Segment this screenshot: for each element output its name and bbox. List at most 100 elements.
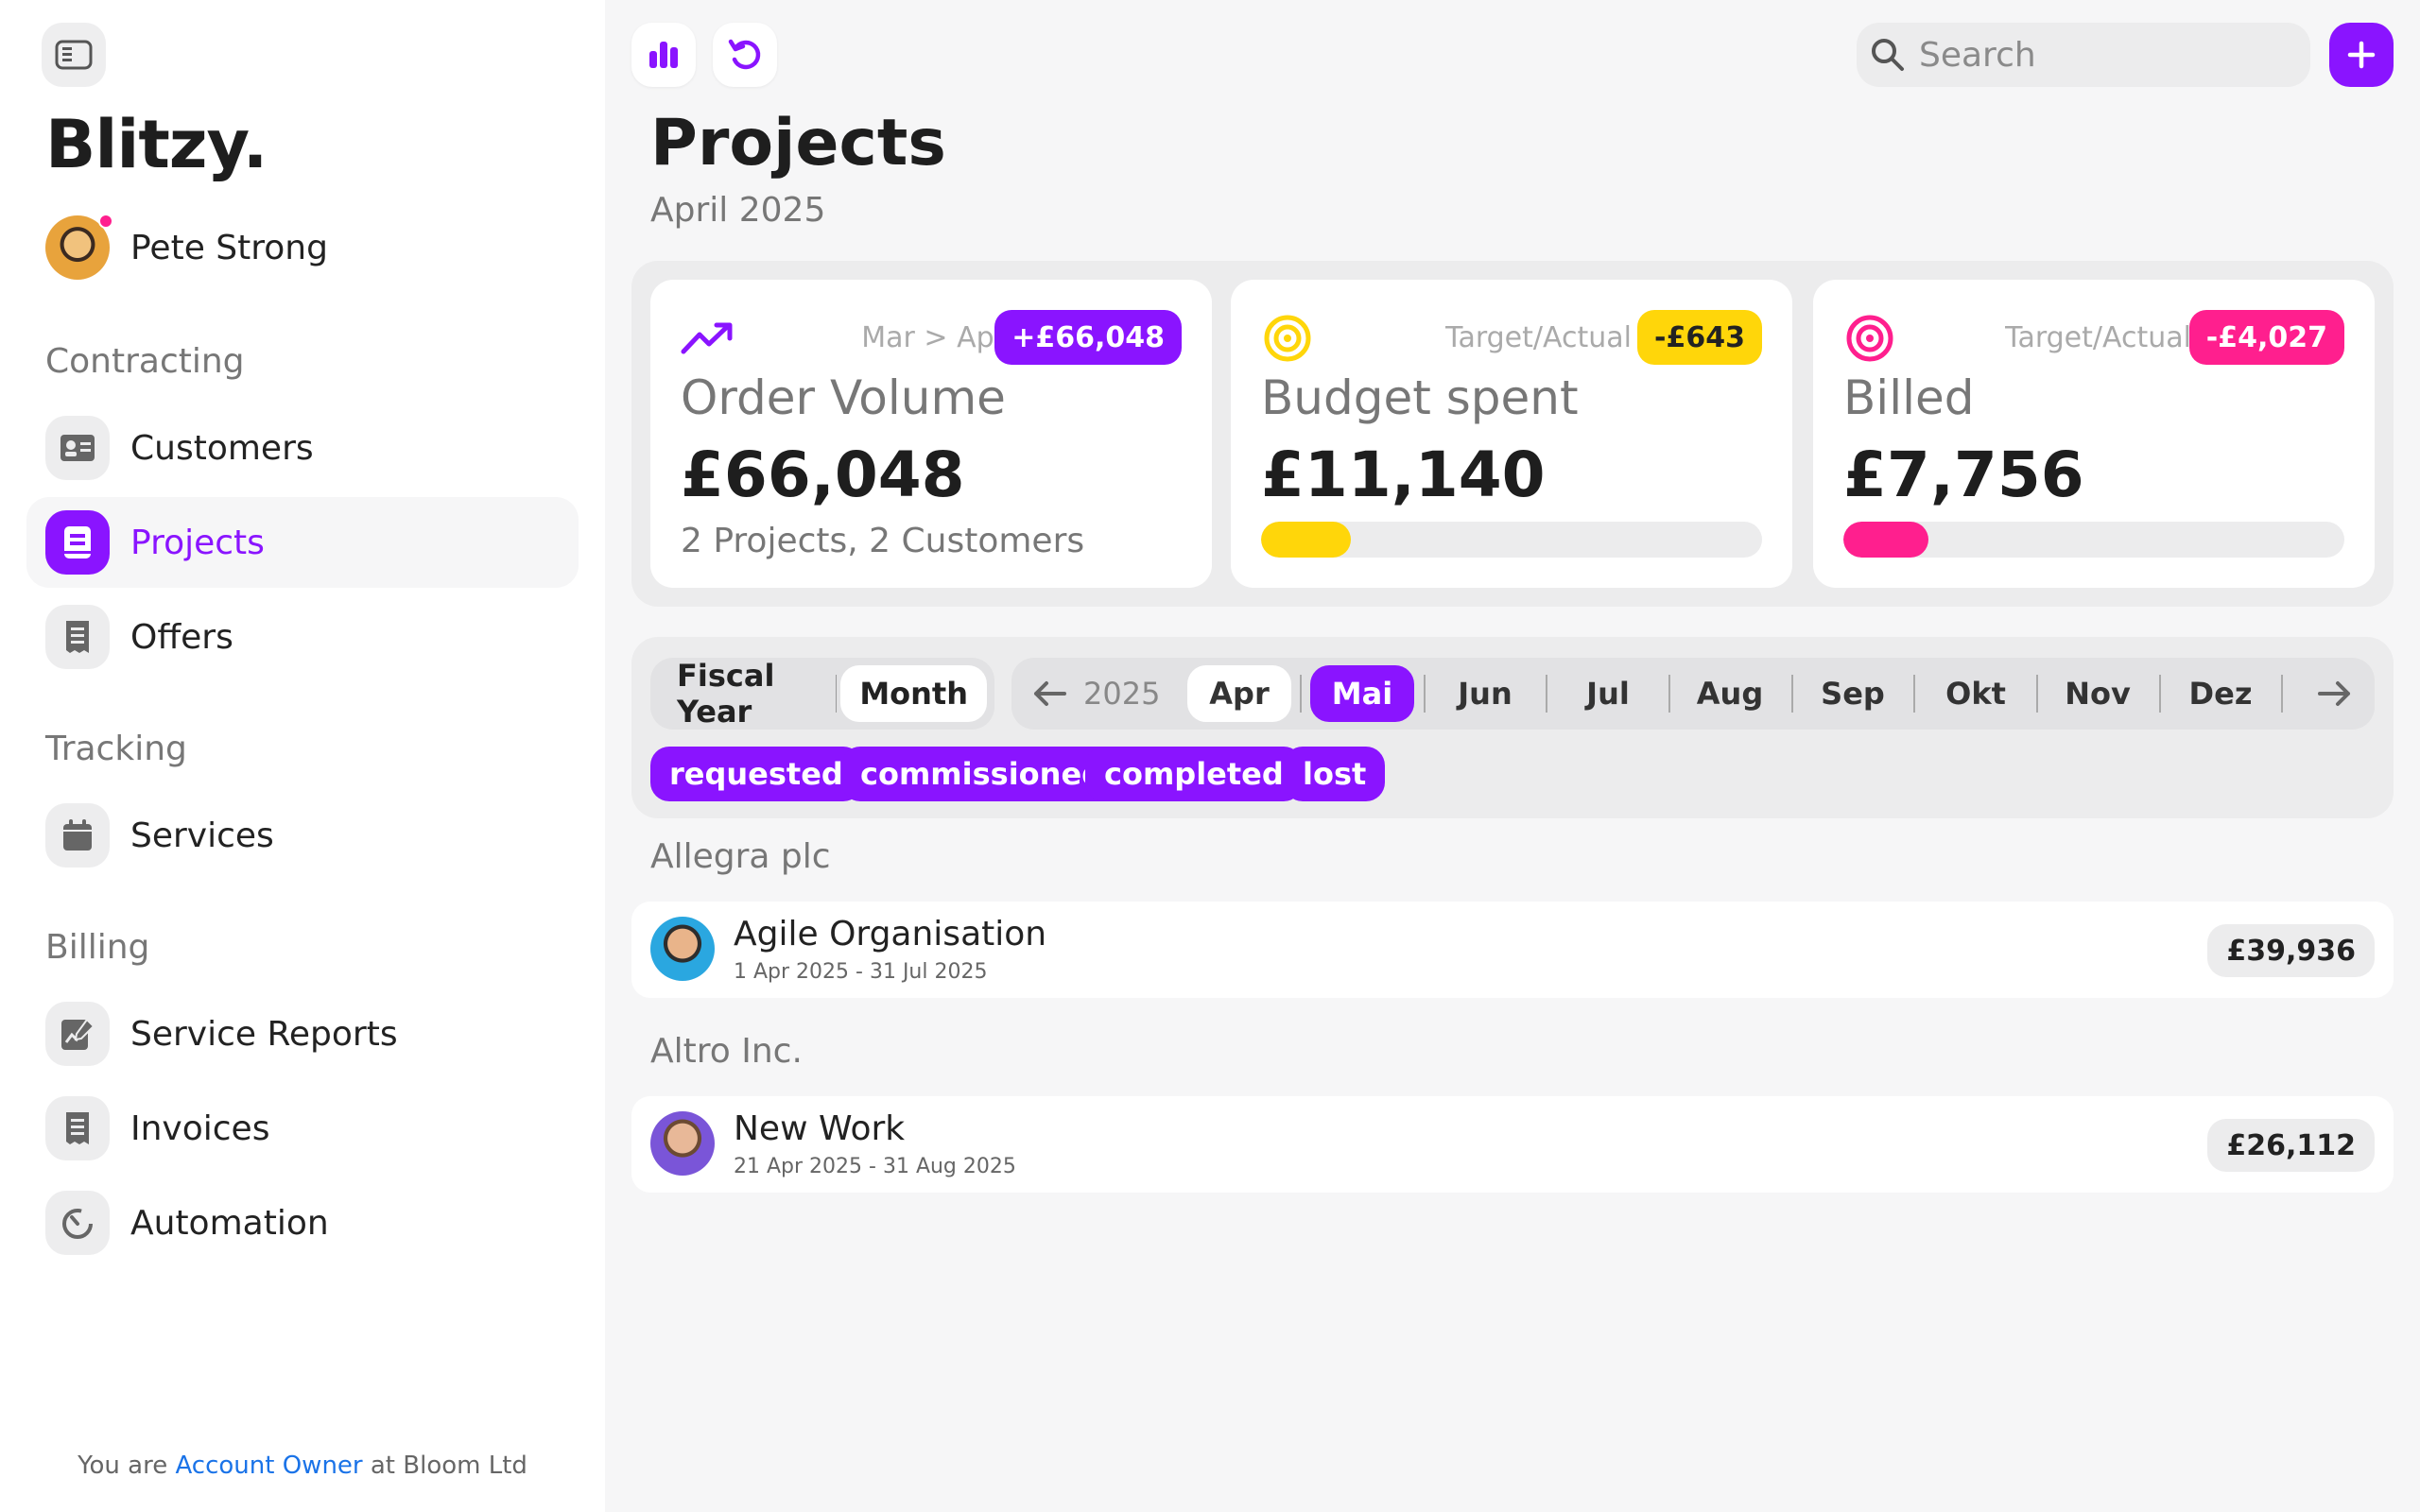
sidebar-item-label: Offers [130, 617, 233, 657]
month-mai[interactable]: Mai [1310, 665, 1414, 722]
section-title-tracking: Tracking [45, 730, 187, 768]
page-subtitle: April 2025 [650, 191, 826, 230]
sidebar-toggle-button[interactable] [42, 23, 106, 87]
divider [2281, 675, 2283, 713]
status-filter-completed[interactable]: completed [1085, 747, 1303, 801]
search-input[interactable] [1919, 35, 2278, 75]
card-value: £66,048 [681, 438, 965, 511]
card-meta: Target/Actual [1445, 321, 1632, 354]
divider [1668, 675, 1670, 713]
mode-fiscal-year[interactable]: Fiscal Year [658, 658, 832, 730]
footer-suffix: at Bloom Ltd [370, 1452, 527, 1480]
month-selector: 2025 Apr Mai Jun Jul Aug Sep Okt Nov Dez [1011, 658, 2375, 730]
sidebar-item-label: Service Reports [130, 1014, 398, 1054]
bar-chart-icon [649, 42, 678, 68]
section-title-billing: Billing [45, 928, 150, 967]
month-dez[interactable]: Dez [2169, 665, 2273, 722]
account-role-link[interactable]: Account Owner [175, 1452, 362, 1480]
user-name: Pete Strong [130, 228, 328, 267]
avatar [45, 214, 113, 280]
notification-dot [98, 214, 113, 229]
sidebar-item-label: Projects [130, 523, 265, 562]
sidebar-item-label: Invoices [130, 1108, 270, 1148]
month-jul[interactable]: Jul [1556, 665, 1660, 722]
plus-icon [2347, 41, 2376, 69]
divider [2159, 675, 2161, 713]
mode-month[interactable]: Month [840, 665, 987, 722]
section-title-contracting: Contracting [45, 342, 245, 381]
month-jun[interactable]: Jun [1433, 665, 1537, 722]
target-icon [1843, 312, 1896, 365]
status-badge: +£66,048 [994, 310, 1182, 365]
divider [1791, 675, 1793, 713]
prev-year-button[interactable] [1032, 665, 1066, 722]
project-dates: 21 Apr 2025 - 31 Aug 2025 [734, 1155, 1016, 1178]
progress-bar-fill [1261, 522, 1352, 558]
status-badge: -£4,027 [2188, 310, 2344, 365]
project-row[interactable]: New Work 21 Apr 2025 - 31 Aug 2025 £26,1… [631, 1096, 2394, 1193]
search-box[interactable] [1857, 23, 2310, 87]
sidebar-item-label: Customers [130, 428, 314, 468]
period-mode-toggle: Fiscal Year Month [650, 658, 994, 730]
sidebar: Blitzy. Pete Strong Contracting Customer… [0, 0, 605, 1512]
status-filter-commissioned[interactable]: commissioned [841, 747, 1123, 801]
order-volume-card[interactable]: Mar > Apr +£66,048 Order Volume £66,048 … [650, 280, 1212, 588]
divider [2036, 675, 2038, 713]
add-project-button[interactable] [2329, 23, 2394, 87]
next-year-button[interactable] [2318, 665, 2352, 722]
month-aug[interactable]: Aug [1678, 665, 1782, 722]
target-icon [1261, 312, 1314, 365]
arrow-left-icon [1034, 681, 1066, 706]
stats-view-button[interactable] [631, 23, 696, 87]
card-title: Billed [1843, 370, 1975, 425]
receipt-icon [45, 1096, 110, 1160]
project-book-icon [45, 510, 110, 575]
sidebar-item-label: Services [130, 816, 274, 855]
contact-card-icon [45, 416, 110, 480]
sidebar-item-label: Automation [130, 1203, 329, 1243]
project-amount: £26,112 [2207, 1119, 2375, 1172]
month-okt[interactable]: Okt [1924, 665, 2028, 722]
receipt-icon [45, 605, 110, 669]
customer-group-title: Allegra plc [650, 837, 831, 876]
project-row[interactable]: Agile Organisation 1 Apr 2025 - 31 Jul 2… [631, 902, 2394, 998]
page-title: Projects [650, 106, 946, 180]
sidebar-toggle-icon [55, 40, 93, 70]
account-role-footer: You are Account Owner at Bloom Ltd [0, 1452, 605, 1480]
arrow-right-icon [2318, 681, 2350, 706]
project-amount: £39,936 [2207, 924, 2375, 977]
sidebar-item-automation[interactable]: Automation [26, 1177, 579, 1268]
month-nov[interactable]: Nov [2046, 665, 2150, 722]
brand-logo: Blitzy. [45, 106, 268, 183]
filter-panel: Fiscal Year Month 2025 Apr Mai Jun Jul A… [631, 637, 2394, 818]
month-apr[interactable]: Apr [1187, 665, 1291, 722]
progress-bar [1261, 522, 1762, 558]
sidebar-item-service-reports[interactable]: Service Reports [26, 988, 579, 1079]
status-filter-lost[interactable]: lost [1284, 747, 1386, 801]
kpi-cards: Mar > Apr +£66,048 Order Volume £66,048 … [631, 261, 2394, 607]
budget-spent-card[interactable]: Target/Actual -£643 Budget spent £11,140 [1231, 280, 1792, 588]
billed-card[interactable]: Target/Actual -£4,027 Billed £7,756 [1813, 280, 2375, 588]
sidebar-item-invoices[interactable]: Invoices [26, 1083, 579, 1174]
divider [1546, 675, 1547, 713]
month-sep[interactable]: Sep [1801, 665, 1905, 722]
sidebar-item-offers[interactable]: Offers [26, 592, 579, 682]
report-edit-icon [45, 1002, 110, 1066]
sidebar-item-services[interactable]: Services [26, 790, 579, 881]
customer-group-title: Altro Inc. [650, 1032, 803, 1071]
avatar [650, 1111, 715, 1176]
sidebar-item-customers[interactable]: Customers [26, 403, 579, 493]
footer-prefix: You are [78, 1452, 168, 1480]
sidebar-item-projects[interactable]: Projects [26, 497, 579, 588]
status-badge: -£643 [1637, 310, 1762, 365]
calendar-icon [45, 803, 110, 868]
timer-icon [45, 1191, 110, 1255]
status-filter-requested[interactable]: requested [650, 747, 862, 801]
undo-icon [728, 39, 761, 70]
progress-bar-fill [1843, 522, 1929, 558]
reset-button[interactable] [713, 23, 777, 87]
user-profile[interactable]: Pete Strong [45, 214, 328, 280]
divider [1913, 675, 1915, 713]
card-value: £11,140 [1261, 438, 1546, 511]
card-title: Order Volume [681, 370, 1006, 425]
